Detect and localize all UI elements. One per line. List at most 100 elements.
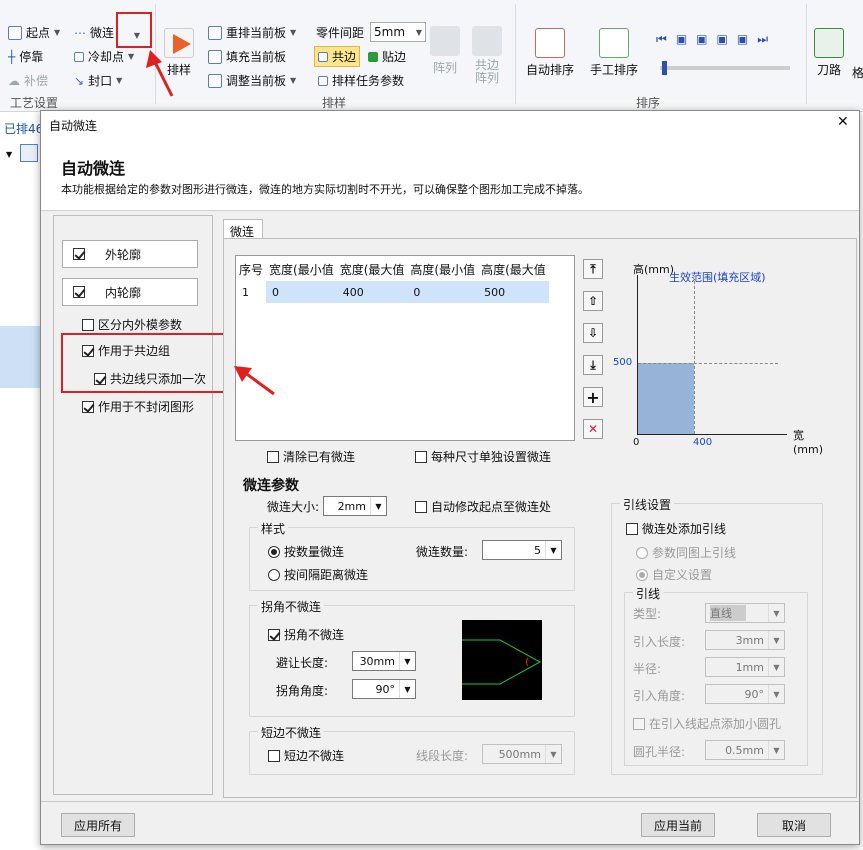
task-params-button[interactable]: 排样任务参数 <box>318 72 404 89</box>
per-size-checkbox[interactable]: 每种尺寸单独设置微连 <box>415 448 551 465</box>
col-header: 高度(最小值 <box>410 263 476 277</box>
fill-button[interactable]: 填充当前板 <box>208 48 286 65</box>
checkbox[interactable] <box>268 628 280 641</box>
checkbox[interactable] <box>415 500 427 513</box>
checkbox[interactable] <box>633 717 645 730</box>
move-top-icon[interactable]: ⤒ <box>583 259 603 279</box>
checkbox[interactable] <box>626 522 638 535</box>
by-count-radio[interactable]: 按数量微连 <box>268 543 344 560</box>
first-icon[interactable]: ⏮ <box>656 32 667 47</box>
radio[interactable] <box>636 546 648 559</box>
auto-sort-button[interactable]: 自动排序 <box>526 28 574 78</box>
cell-index[interactable]: 1 <box>236 281 267 303</box>
lead-in-length-combo[interactable]: 3mm ▼ <box>705 630 785 650</box>
checkbox[interactable] <box>82 400 94 413</box>
checkbox[interactable] <box>73 248 85 260</box>
knife-path-button[interactable]: 刀路 <box>814 28 844 78</box>
hole-radius-combo[interactable]: 0.5mm ▼ <box>705 740 785 760</box>
count-combo[interactable]: 5 ▼ <box>482 540 562 560</box>
by-interval-radio[interactable]: 按间隔距离微连 <box>268 566 368 583</box>
adjust-button[interactable]: 调整当前板 ▼ <box>208 72 296 89</box>
radio[interactable] <box>636 568 648 581</box>
common-edge-toggle[interactable]: 共边 <box>314 46 361 67</box>
target-panel: 外轮廓 内轮廓 区分内外模参数 作用于共边组 共边线只添加一次 作用于不封闭图形 <box>53 215 213 795</box>
slider-thumb[interactable] <box>662 61 667 75</box>
apply-open-checkbox[interactable]: 作用于不封闭图形 <box>82 398 194 415</box>
checkbox[interactable] <box>268 749 280 762</box>
renest-button[interactable]: 重排当前板 ▼ <box>208 24 296 41</box>
seal-button[interactable]: ↘ 封口 ▼ <box>74 72 122 89</box>
shape-icon[interactable]: ▣ <box>717 32 728 47</box>
spacing-combo[interactable]: 5mm ▼ <box>370 22 426 42</box>
short-checkbox[interactable]: 短边不微连 <box>268 747 344 764</box>
cell-height-min[interactable]: 0 <box>407 281 479 303</box>
checkbox[interactable] <box>267 450 279 463</box>
size-range-table[interactable]: 序号 宽度(最小值 宽度(最大值 高度(最小值 高度(最大值 1 0 400 0… <box>235 255 575 441</box>
list-icon[interactable] <box>20 144 38 162</box>
cancel-button[interactable]: 取消 <box>757 813 831 837</box>
move-up-icon[interactable]: ⇧ <box>583 291 603 311</box>
start-button[interactable]: 起点 ▼ <box>8 24 60 41</box>
avoid-length-combo[interactable]: 30mm ▼ <box>352 651 416 671</box>
checkbox[interactable] <box>82 318 94 331</box>
chevron-down-icon[interactable]: ▼ <box>6 150 12 159</box>
table-row[interactable]: 1 0 400 0 500 <box>236 281 549 303</box>
lead-add-checkbox[interactable]: 微连处添加引线 <box>626 520 726 537</box>
array-button[interactable]: 阵列 <box>430 26 460 76</box>
compensate-button[interactable]: ☁ 补偿 <box>8 72 48 89</box>
move-bottom-icon[interactable]: ⤓ <box>583 355 603 375</box>
checkbox[interactable] <box>73 286 85 298</box>
title-bar: 自动微连 ✕ <box>41 111 859 137</box>
plus-icon: ┼ <box>8 49 16 64</box>
lead-radius-combo[interactable]: 1mm ▼ <box>705 657 785 677</box>
selected-row[interactable] <box>0 326 40 388</box>
stop-button[interactable]: ┼ 停靠 <box>8 48 43 65</box>
radio[interactable] <box>268 545 280 558</box>
corner-checkbox[interactable]: 拐角不微连 <box>268 626 344 643</box>
cell-width-max[interactable]: 400 <box>336 281 408 303</box>
corner-title: 拐角不微连 <box>258 598 325 615</box>
apply-current-button[interactable]: 应用当前 <box>641 813 715 837</box>
inner-contour-button[interactable]: 内轮廓 <box>62 278 198 306</box>
manual-sort-button[interactable]: 手工排序 <box>590 28 638 78</box>
microjoint-button[interactable]: ⋯ 微连 <box>74 24 114 41</box>
apply-all-button[interactable]: 应用所有 <box>61 813 135 837</box>
chevron-down-icon: ▼ <box>768 604 784 622</box>
cooling-button[interactable]: 冷却点 ▼ <box>74 48 134 65</box>
col-header: 高度(最大值 <box>481 263 546 277</box>
seg-length-label: 线段长度: <box>416 749 469 763</box>
dialog-heading: 自动微连 <box>61 159 126 178</box>
stick-edge-button[interactable]: 贴边 <box>368 48 406 65</box>
lead-same-radio[interactable]: 参数同图上引线 <box>636 544 736 561</box>
lead-type-combo[interactable]: 直线 ▼ <box>705 603 785 623</box>
move-down-icon[interactable]: ⇩ <box>583 323 603 343</box>
auto-modify-checkbox[interactable]: 自动修改起点至微连处 <box>415 498 551 515</box>
close-icon[interactable]: ✕ <box>837 114 849 130</box>
last-icon[interactable]: ⏭ <box>757 32 768 47</box>
clear-existing-checkbox[interactable]: 清除已有微连 <box>267 448 355 465</box>
checkbox[interactable] <box>415 450 427 463</box>
chevron-down-icon: ▼ <box>415 28 422 37</box>
lead-in-angle-combo[interactable]: 90° ▼ <box>705 684 785 704</box>
cell-height-max[interactable]: 500 <box>478 281 549 303</box>
small-hole-checkbox[interactable]: 在引入线起点添加小圆孔 <box>633 715 781 732</box>
lead-custom-radio[interactable]: 自定义设置 <box>636 566 712 583</box>
shape-icon[interactable]: ▣ <box>676 32 687 47</box>
corner-angle-combo[interactable]: 90° ▼ <box>352 679 416 699</box>
add-icon[interactable]: + <box>583 387 603 407</box>
params-icon <box>318 75 328 86</box>
shape-icon[interactable]: ▣ <box>737 32 748 47</box>
common-array-button[interactable]: 共边 阵列 <box>472 26 502 85</box>
cell-width-min[interactable]: 0 <box>266 281 337 303</box>
delete-icon[interactable]: ✕ <box>583 419 603 439</box>
auto-sort-icon <box>535 28 565 58</box>
radio[interactable] <box>268 568 280 581</box>
nest-button[interactable]: 排样 <box>164 28 194 78</box>
seg-length-combo[interactable]: 500mm ▼ <box>482 744 562 764</box>
size-combo[interactable]: 2mm ▼ <box>323 496 387 516</box>
distinguish-checkbox[interactable]: 区分内外模参数 <box>82 316 182 333</box>
tab-microjoint[interactable]: 微连 <box>223 219 263 239</box>
sort-slider[interactable] <box>660 61 790 75</box>
outer-contour-button[interactable]: 外轮廓 <box>62 240 198 268</box>
shape-icon[interactable]: ▣ <box>696 32 707 47</box>
